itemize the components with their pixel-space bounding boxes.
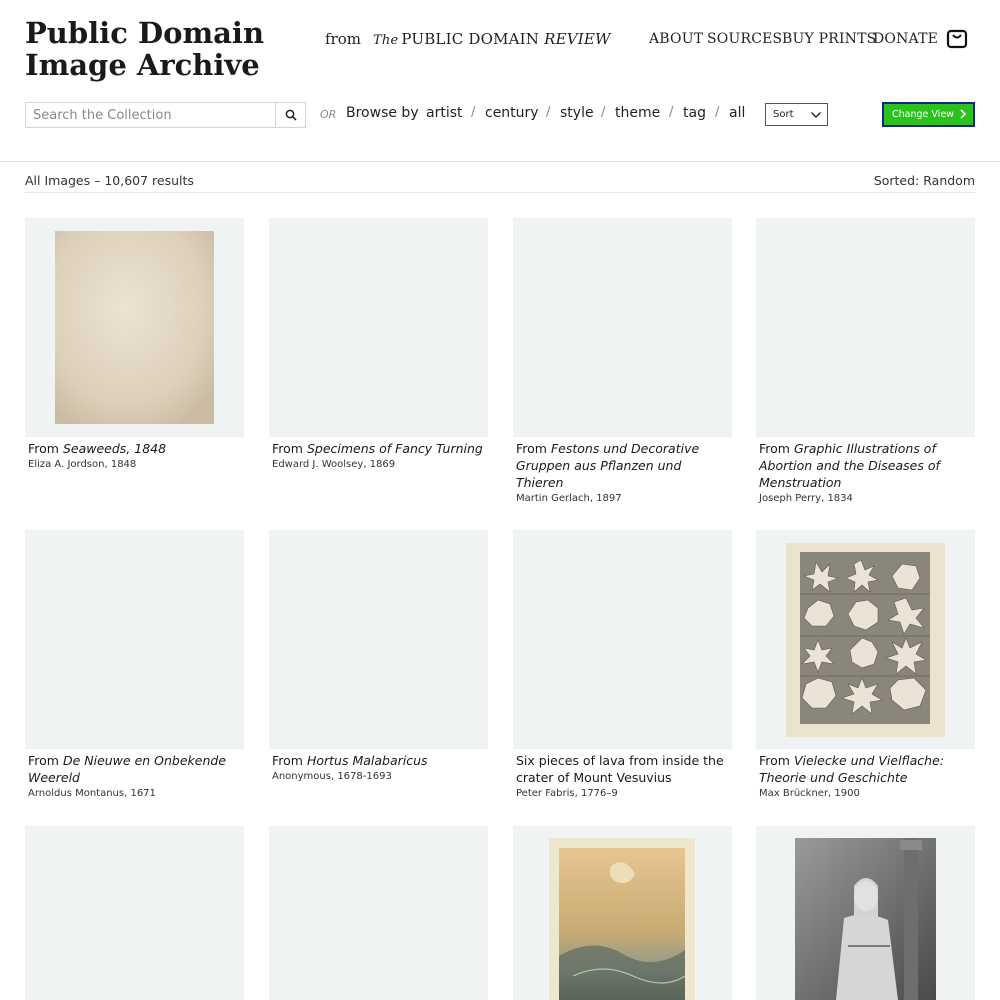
divider xyxy=(25,192,975,193)
card-caption: From De Nieuwe en Onbekende Weereld Arno… xyxy=(28,752,242,801)
card-caption: From Festons und Decorative Gruppen aus … xyxy=(516,440,730,506)
card-caption: From Specimens of Fancy Turning Edward J… xyxy=(272,440,486,472)
nav-about[interactable]: ABOUT xyxy=(649,31,703,47)
from-label: from xyxy=(325,30,361,48)
image-thumbnail[interactable] xyxy=(513,530,732,749)
browse-theme[interactable]: theme xyxy=(615,105,660,121)
card-meta: Max Brückner, 1900 xyxy=(759,788,860,799)
card-title[interactable]: Six pieces of lava from inside the crate… xyxy=(516,753,724,785)
image-thumbnail[interactable] xyxy=(269,530,488,749)
search-icon xyxy=(285,109,297,121)
browse-separator: / xyxy=(601,105,606,120)
card-prefix: From xyxy=(272,753,307,768)
browse-separator: / xyxy=(715,105,720,120)
browse-separator: / xyxy=(546,105,551,120)
card-caption: Six pieces of lava from inside the crate… xyxy=(516,752,730,801)
card-meta: Arnoldus Montanus, 1671 xyxy=(28,788,156,799)
image-thumbnail[interactable] xyxy=(513,826,732,1000)
image-thumbnail[interactable] xyxy=(25,218,244,437)
image-thumbnail[interactable] xyxy=(25,530,244,749)
card-prefix: From xyxy=(759,753,794,768)
card-title[interactable]: Seaweeds, 1848 xyxy=(63,441,166,456)
site-header: Public Domain Image Archive from The PUBL… xyxy=(0,0,1000,162)
change-view-button[interactable]: Change View xyxy=(882,102,975,127)
browse-century[interactable]: century xyxy=(485,105,539,121)
change-view-label: Change View xyxy=(892,109,954,120)
sorted-label: Sorted: Random xyxy=(873,173,975,188)
card-meta: Martin Gerlach, 1897 xyxy=(516,493,622,504)
logo-name: PUBLIC DOMAIN xyxy=(401,30,540,48)
logo-the: The xyxy=(373,33,399,48)
nav-donate[interactable]: DONATE xyxy=(873,31,938,47)
image-thumbnail[interactable] xyxy=(756,826,975,1000)
image-thumbnail[interactable] xyxy=(756,218,975,437)
chevron-right-icon xyxy=(960,109,967,119)
image-thumbnail[interactable] xyxy=(513,218,732,437)
card-meta: Peter Fabris, 1776–9 xyxy=(516,788,618,799)
sort-select[interactable]: Sort xyxy=(765,103,828,126)
or-label: OR xyxy=(320,108,337,121)
search-button[interactable] xyxy=(275,103,306,127)
nav-buy-prints[interactable]: BUY PRINTS xyxy=(782,31,876,47)
browse-style[interactable]: style xyxy=(560,105,594,121)
card-title[interactable]: Specimens of Fancy Turning xyxy=(307,441,483,456)
logo-review: REVIEW xyxy=(544,30,611,48)
image-thumbnail[interactable] xyxy=(269,218,488,437)
browse-all[interactable]: all xyxy=(729,105,745,121)
search-box xyxy=(25,102,306,128)
browse-separator: / xyxy=(669,105,674,120)
card-prefix: From xyxy=(272,441,307,456)
portrait-photo-image xyxy=(795,838,936,1000)
results-count: All Images – 10,607 results xyxy=(25,173,194,188)
card-prefix: From xyxy=(28,441,63,456)
image-thumbnail[interactable] xyxy=(269,826,488,1000)
card-prefix: From xyxy=(28,753,63,768)
card-prefix: From xyxy=(516,441,551,456)
card-caption: From Graphic Illustrations of Abortion a… xyxy=(759,440,973,506)
watercolor-plate-image xyxy=(549,838,695,1000)
browse-artist[interactable]: artist xyxy=(426,105,463,121)
image-thumbnail[interactable] xyxy=(756,530,975,749)
card-meta: Anonymous, 1678-1693 xyxy=(272,771,392,782)
public-domain-review-logo[interactable]: The PUBLIC DOMAIN REVIEW xyxy=(373,30,611,48)
card-caption: From Hortus Malabaricus Anonymous, 1678-… xyxy=(272,752,486,784)
site-title[interactable]: Public Domain Image Archive xyxy=(25,17,325,81)
card-title[interactable]: Hortus Malabaricus xyxy=(307,753,428,768)
browse-by-label: Browse by xyxy=(346,105,419,121)
card-meta: Joseph Perry, 1834 xyxy=(759,493,853,504)
card-caption: From Seaweeds, 1848 Eliza A. Jordson, 18… xyxy=(28,440,242,472)
image-thumbnail[interactable] xyxy=(25,826,244,1000)
card-meta: Edward J. Woolsey, 1869 xyxy=(272,459,396,470)
seaweeds-plate-image xyxy=(55,231,214,424)
browse-separator: / xyxy=(471,105,476,120)
nav-sources[interactable]: SOURCES xyxy=(707,31,782,47)
search-input[interactable] xyxy=(26,103,276,127)
card-caption: From Vielecke und Vielflache: Theorie un… xyxy=(759,752,973,801)
polyhedra-plate-image xyxy=(786,543,945,737)
card-meta: Eliza A. Jordson, 1848 xyxy=(28,459,137,470)
browse-tag[interactable]: tag xyxy=(683,105,706,121)
sort-label: Sort xyxy=(773,109,794,120)
shopping-bag-icon[interactable] xyxy=(946,27,968,49)
chevron-down-icon xyxy=(811,112,821,118)
card-prefix: From xyxy=(759,441,794,456)
